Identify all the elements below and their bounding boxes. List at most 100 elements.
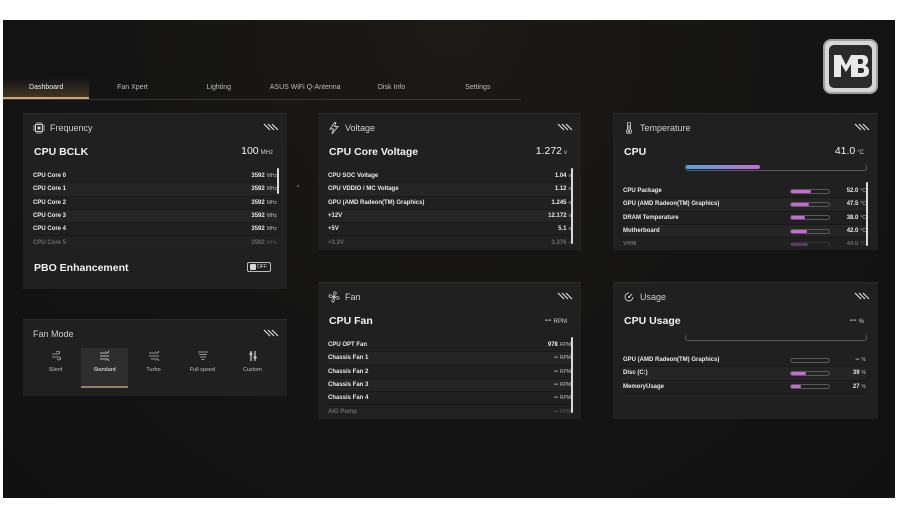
row-value-number: -- [855,357,860,364]
row-meter-fill [791,202,810,206]
list-row: CPU VDDIO / MC Voltage 1.12 v [328,183,571,197]
row-label: Chassis Fan 2 [328,368,369,375]
row-value-number: -- [553,355,558,362]
row-value: 27% [840,384,866,390]
fan-mode-full-speed[interactable]: Full speed [179,348,226,388]
row-value-unit: MHz [266,213,277,220]
list-row: DRAM Temperature 38.0 °C [623,212,866,225]
row-value: -- RPM [554,369,571,375]
lightning-icon [329,122,339,134]
cpu-chip-icon [33,122,45,134]
scrollbar[interactable] [571,337,573,413]
row-label: CPU SOC Voltage [328,173,379,180]
expand-stripes-icon[interactable] [263,123,279,131]
row-label: CPU Core 2 [33,199,67,206]
panel-title: Fan Mode [33,329,74,339]
row-label: Chassis Fan 4 [328,395,369,402]
voltage-list: CPU SOC Voltage 1.04 v CPU VDDIO / MC Volta… [328,170,571,246]
row-value: 3.376 v [551,240,571,246]
cpu-usage-gauge [685,334,867,341]
row-label: Chassis Fan 1 [328,355,369,362]
row-value: -- RPM [554,382,571,388]
row-value-number: 3592 [251,173,265,180]
row-value-number: 5.1 [558,226,567,233]
list-row: CPU Core 1 3592 MHz [33,183,277,197]
tab-wifi-q-antenna[interactable]: ASUS WiFi Q-Antenna [262,78,348,99]
frequency-panel: Frequency CPU BCLK 100 MHz CPU Core 0 3592… [23,113,287,289]
list-row: CPU Core 3 3592 MHz [33,209,277,224]
expand-stripes-icon[interactable] [263,329,279,337]
row-meter [790,370,830,376]
row-value: 5.1 v [558,226,571,232]
fan-list: CPU OPT Fan 978 RPM Chassis Fan 1 -- RPM Chass… [328,339,571,415]
mode-label: Custom [243,367,262,373]
row-label: DRAM Temperature [623,214,679,221]
fan-mode-custom[interactable]: Custom [229,348,276,388]
usage-panel: Usage CPU Usage --% GPU (AMD Radeon(TM) … [613,282,878,419]
row-value-number: 978 [547,342,558,349]
row-value-number: 3592 [251,213,265,220]
row-label: CPU Core 4 [33,226,67,233]
expand-stripes-icon[interactable] [557,123,573,131]
list-row: CPU Core 5 3592 MHz [33,236,277,246]
row-meter [790,188,830,194]
row-label: CPU Core 0 [33,173,67,180]
scrollbar[interactable] [866,182,868,246]
row-value-number: 1.04 [554,173,567,180]
mb-logo-icon [834,55,869,77]
fan-mode-turbo[interactable]: Turbo [130,348,177,388]
tab-settings[interactable]: Settings [435,78,521,99]
row-value: 44.0 °C [840,241,866,246]
list-row: GPU (AMD Radeon(TM) Graphics) --% [623,354,866,368]
row-value-unit: MHz [266,226,277,233]
main-metric-value: 1.272 v [535,145,567,157]
row-label: Motherboard [623,228,660,235]
row-meter-fill [791,385,802,389]
scrollbar[interactable] [277,168,279,194]
list-row: Chassis Fan 1 -- RPM [328,352,571,366]
row-label: +3.3V [328,239,344,246]
row-value: 3592 MHz [251,200,277,206]
row-label: CPU Core 3 [33,213,67,220]
main-metric-value: -- RPM [544,314,567,326]
row-label: CPU OPT Fan [328,342,368,349]
wind-fast-icon [148,351,159,361]
row-label: CPU Core 1 [33,186,67,193]
row-value-number: 42.0 [846,228,859,235]
row-value-number: 3.376 [551,239,567,246]
main-metric-value: 100 MHz [241,145,273,157]
pbo-toggle[interactable]: OFF [247,262,271,272]
row-value: 3592 MHz [251,226,277,232]
tab-fan-xpert[interactable]: Fan Xpert [89,78,175,99]
app-window: Dashboard Fan Xpert Lighting ASUS WiFi Q… [3,20,895,498]
tab-dashboard[interactable]: Dashboard [3,78,90,99]
tab-lighting[interactable]: Lighting [176,78,262,99]
expand-stripes-icon[interactable] [854,292,870,300]
status-dot [297,185,299,187]
fan-mode-standard[interactable]: Standard [81,348,128,388]
row-value-number: -- [553,382,558,389]
thermometer-icon [626,122,632,134]
list-row: GPU (AMD Radeon(TM) Graphics) 47.5 °C [623,198,866,212]
fan-mode-silent[interactable]: Silent [32,348,79,388]
row-meter [790,357,830,363]
row-value: 47.5 °C [840,201,866,207]
row-label: MemoryUsage [623,383,665,390]
list-row: +3.3V 3.376 v [328,236,571,246]
row-value: -- RPM [554,409,571,415]
row-value: 39% [840,370,866,376]
expand-stripes-icon[interactable] [854,123,870,131]
main-metric-label: CPU BCLK [34,146,89,158]
row-value-unit: RPM [559,382,571,389]
row-value: 3592 MHz [251,240,277,246]
row-meter-fill [791,371,806,375]
tab-disk-info[interactable]: Disk Info [348,78,434,99]
main-metric-value: 41.0 °C [834,145,864,157]
row-value-number: 38.0 [846,214,859,221]
scrollbar[interactable] [571,168,573,244]
row-label: GPU (AMD Radeon(TM) Graphics) [623,357,720,364]
row-value-number: 44.0 [846,241,859,246]
mode-label: Turbo [146,367,161,373]
fan-icon [328,291,340,303]
expand-stripes-icon[interactable] [557,292,573,300]
